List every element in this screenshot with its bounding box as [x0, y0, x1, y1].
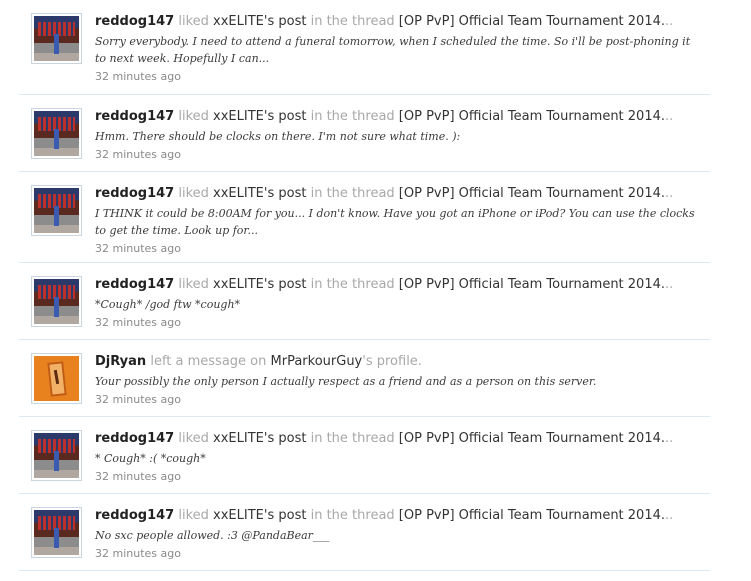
timestamp: 32 minutes ago: [95, 148, 181, 161]
action-verb: left a message on: [150, 354, 267, 369]
trail-text: ..: [665, 508, 674, 523]
thread-link[interactable]: [OP PvP] Official Team Tournament 2014.: [399, 186, 665, 201]
feed-item: reddog147 liked xxELITE's post in the th…: [19, 172, 710, 263]
post-snippet: * Cough* :( *cough*: [95, 452, 206, 465]
timestamp: 32 minutes ago: [95, 316, 181, 329]
timestamp: 32 minutes ago: [95, 470, 181, 483]
feed-item: reddog147 liked xxELITE's post in the th…: [19, 417, 710, 494]
feed-item: reddog147 liked xxELITE's post in the th…: [19, 95, 710, 172]
timestamp: 32 minutes ago: [95, 70, 181, 83]
post-author-link[interactable]: xxELITE: [213, 431, 264, 446]
post-snippet: Hmm. There should be clocks on there. I'…: [95, 130, 461, 143]
trail-text: ..: [665, 186, 674, 201]
feed-headline: reddog147 liked xxELITE's post in the th…: [95, 13, 700, 30]
trail-text: ..: [665, 277, 674, 292]
post-snippet: *Cough* /god ftw *cough*: [95, 298, 241, 311]
thread-link[interactable]: [OP PvP] Official Team Tournament 2014.: [399, 14, 665, 29]
connector-text: in the thread: [310, 186, 395, 201]
post-link[interactable]: 's post: [264, 14, 307, 29]
username-link[interactable]: reddog147: [95, 508, 174, 523]
feed-item: reddog147 liked xxELITE's post in the th…: [19, 0, 710, 95]
feed-item: reddog147 liked xxELITE's post in the th…: [19, 263, 710, 340]
reddog147-avatar-image: [34, 433, 79, 478]
post-link[interactable]: 's post: [264, 277, 307, 292]
trail-text: ..: [665, 14, 674, 29]
post-snippet: No sxc people allowed. :3 @PandaBear___: [95, 529, 330, 542]
action-verb: liked: [178, 109, 209, 124]
post-author-link[interactable]: xxELITE: [213, 186, 264, 201]
user-avatar[interactable]: [31, 185, 82, 236]
action-verb: liked: [178, 508, 209, 523]
post-author-link[interactable]: xxELITE: [213, 109, 264, 124]
feed-headline: reddog147 liked xxELITE's post in the th…: [95, 185, 700, 202]
timestamp: 32 minutes ago: [95, 547, 181, 560]
post-author-link[interactable]: xxELITE: [213, 14, 264, 29]
thread-link[interactable]: [OP PvP] Official Team Tournament 2014.: [399, 508, 665, 523]
trail-text: ..: [665, 109, 674, 124]
user-avatar[interactable]: [31, 430, 82, 481]
username-link[interactable]: reddog147: [95, 109, 174, 124]
reddog147-avatar-image: [34, 188, 79, 233]
username-link[interactable]: DjRyan: [95, 354, 146, 369]
profile-suffix: 's profile.: [362, 354, 422, 369]
thread-link[interactable]: [OP PvP] Official Team Tournament 2014.: [399, 431, 665, 446]
djryan-avatar-image: [34, 356, 79, 401]
user-avatar[interactable]: [31, 507, 82, 558]
user-avatar[interactable]: [31, 353, 82, 404]
reddog147-avatar-image: [34, 111, 79, 156]
username-link[interactable]: reddog147: [95, 431, 174, 446]
feed-headline: reddog147 liked xxELITE's post in the th…: [95, 507, 700, 524]
connector-text: in the thread: [310, 431, 395, 446]
reddog147-avatar-image: [34, 16, 79, 61]
trail-text: ..: [665, 431, 674, 446]
post-author-link[interactable]: xxELITE: [213, 508, 264, 523]
post-link[interactable]: 's post: [264, 431, 307, 446]
action-verb: liked: [178, 186, 209, 201]
timestamp: 32 minutes ago: [95, 242, 181, 255]
username-link[interactable]: reddog147: [95, 14, 174, 29]
post-snippet: Sorry everybody. I need to attend a fune…: [95, 35, 691, 65]
action-verb: liked: [178, 277, 209, 292]
feed-item: DjRyan left a message on MrParkourGuy's …: [19, 340, 710, 417]
connector-text: in the thread: [310, 109, 395, 124]
user-avatar[interactable]: [31, 276, 82, 327]
thread-link[interactable]: [OP PvP] Official Team Tournament 2014.: [399, 109, 665, 124]
connector-text: in the thread: [310, 277, 395, 292]
action-verb: liked: [178, 14, 209, 29]
profile-owner-link[interactable]: MrParkourGuy: [271, 354, 363, 369]
user-avatar[interactable]: [31, 13, 82, 64]
feed-headline: reddog147 liked xxELITE's post in the th…: [95, 430, 700, 447]
username-link[interactable]: reddog147: [95, 186, 174, 201]
post-link[interactable]: 's post: [264, 508, 307, 523]
connector-text: in the thread: [310, 508, 395, 523]
user-avatar[interactable]: [31, 108, 82, 159]
connector-text: in the thread: [310, 14, 395, 29]
username-link[interactable]: reddog147: [95, 277, 174, 292]
feed-headline: reddog147 liked xxELITE's post in the th…: [95, 276, 700, 293]
post-author-link[interactable]: xxELITE: [213, 277, 264, 292]
message-snippet: Your possibly the only person I actually…: [95, 375, 597, 388]
reddog147-avatar-image: [34, 279, 79, 324]
post-link[interactable]: 's post: [264, 186, 307, 201]
reddog147-avatar-image: [34, 510, 79, 555]
thread-link[interactable]: [OP PvP] Official Team Tournament 2014.: [399, 277, 665, 292]
feed-headline: DjRyan left a message on MrParkourGuy's …: [95, 353, 700, 370]
feed-item: reddog147 liked xxELITE's post in the th…: [19, 494, 710, 571]
timestamp: 32 minutes ago: [95, 393, 181, 406]
post-link[interactable]: 's post: [264, 109, 307, 124]
action-verb: liked: [178, 431, 209, 446]
feed-headline: reddog147 liked xxELITE's post in the th…: [95, 108, 700, 125]
post-snippet: I THINK it could be 8:00AM for you... I …: [95, 207, 695, 237]
activity-feed: reddog147 liked xxELITE's post in the th…: [19, 0, 710, 571]
